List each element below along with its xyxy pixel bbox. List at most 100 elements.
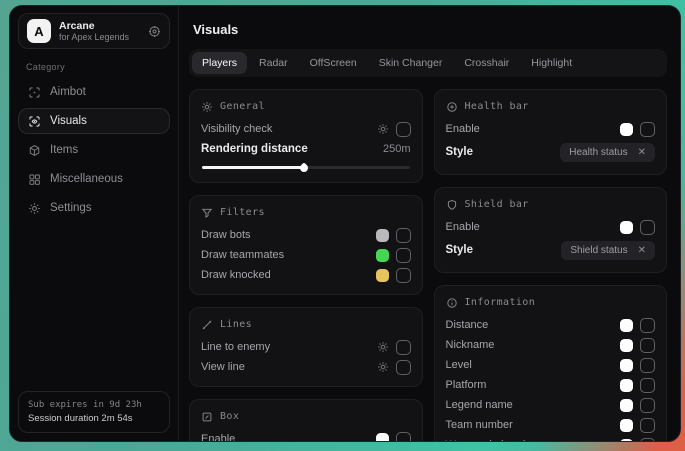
health-enable-checkbox[interactable] <box>640 122 655 137</box>
panel-box-header: Box <box>201 409 411 424</box>
rendering-distance-slider[interactable] <box>202 166 410 169</box>
info-nickname-checkbox[interactable] <box>640 338 655 353</box>
funnel-icon <box>201 207 213 219</box>
page-title: Visuals <box>193 22 667 37</box>
health-enable-row: Enable <box>446 119 656 139</box>
info-team-number-checkbox[interactable] <box>640 418 655 433</box>
visibility-check-checkbox[interactable] <box>396 122 411 137</box>
close-icon[interactable]: ✕ <box>638 147 646 158</box>
info-distance-color-swatch[interactable] <box>620 319 633 332</box>
close-icon[interactable]: ✕ <box>638 245 646 256</box>
panel-title: Lines <box>220 319 252 330</box>
box-frame-icon <box>201 411 213 423</box>
shield-color-swatch[interactable] <box>620 221 633 234</box>
info-platform-color-swatch[interactable] <box>620 379 633 392</box>
info-team-number-color-swatch[interactable] <box>620 419 633 432</box>
box-enable-checkbox[interactable] <box>396 432 411 443</box>
app-meta: Arcane for Apex Legends <box>59 20 140 43</box>
tab-radar[interactable]: Radar <box>249 52 298 74</box>
draw-teammates-color-swatch[interactable] <box>376 249 389 262</box>
panel-columns: General Visibility check <box>189 89 667 442</box>
sidebar-item-settings[interactable]: Settings <box>18 195 170 221</box>
info-platform-checkbox[interactable] <box>640 378 655 393</box>
visibility-check-row: Visibility check <box>201 119 411 139</box>
view-line-settings-icon[interactable] <box>377 361 389 373</box>
tab-highlight[interactable]: Highlight <box>521 52 582 74</box>
draw-knocked-color-swatch[interactable] <box>376 269 389 282</box>
box-enable-color-swatch[interactable] <box>376 433 389 443</box>
draw-teammates-checkbox[interactable] <box>396 248 411 263</box>
panel-box: Box Enable Enable background <box>189 399 423 442</box>
tab-skin-changer[interactable]: Skin Changer <box>369 52 453 74</box>
app-name: Arcane <box>59 20 140 32</box>
info-legend-name-color-swatch[interactable] <box>620 399 633 412</box>
health-style-label: Style <box>446 146 474 158</box>
draw-knocked-checkbox[interactable] <box>396 268 411 283</box>
tab-players[interactable]: Players <box>192 52 247 74</box>
health-style-select[interactable]: Health status ✕ <box>560 143 655 162</box>
info-team-number-row: Team number <box>446 415 656 435</box>
draw-bots-label: Draw bots <box>201 229 251 241</box>
shield-style-select[interactable]: Shield status ✕ <box>561 241 655 260</box>
panel-title: Shield bar <box>465 199 529 210</box>
info-weapon-color-swatch[interactable] <box>620 439 633 443</box>
info-nickname-label: Nickname <box>446 339 495 351</box>
sub-expiry: Sub expires in 9d 23h <box>28 399 160 412</box>
info-distance-row: Distance <box>446 315 656 335</box>
tab-crosshair[interactable]: Crosshair <box>454 52 519 74</box>
info-distance-label: Distance <box>446 319 489 331</box>
visibility-settings-icon[interactable] <box>377 123 389 135</box>
sidebar-item-visuals[interactable]: Visuals <box>18 108 170 134</box>
info-level-checkbox[interactable] <box>640 358 655 373</box>
draw-knocked-label: Draw knocked <box>201 269 271 281</box>
draw-bots-color-swatch[interactable] <box>376 229 389 242</box>
shield-style-value: Shield status <box>570 245 627 256</box>
rendering-distance-value: 250m <box>383 143 411 155</box>
sidebar-item-miscellaneous[interactable]: Miscellaneous <box>18 166 170 192</box>
info-nickname-color-swatch[interactable] <box>620 339 633 352</box>
panel-filters: Filters Draw bots Draw teammates <box>189 195 423 295</box>
sidebar-nav: Aimbot Visuals <box>18 79 170 221</box>
grid-icon <box>28 173 41 186</box>
sidebar: A Arcane for Apex Legends Category <box>10 6 179 441</box>
view-line-label: View line <box>201 361 245 373</box>
subscription-info: Sub expires in 9d 23h Session duration 2… <box>18 391 170 433</box>
panel-title: Health bar <box>465 101 529 112</box>
rendering-distance-row: Rendering distance 250m <box>201 139 411 159</box>
info-weapon-checkbox[interactable] <box>640 438 655 443</box>
info-team-number-label: Team number <box>446 419 513 431</box>
info-legend-name-checkbox[interactable] <box>640 398 655 413</box>
health-enable-label: Enable <box>446 123 480 135</box>
slider-handle[interactable] <box>298 162 309 173</box>
sidebar-item-label: Aimbot <box>50 86 86 98</box>
gear-icon <box>28 202 41 215</box>
visibility-check-label: Visibility check <box>201 123 272 135</box>
sidebar-item-label: Items <box>50 144 78 156</box>
health-color-swatch[interactable] <box>620 123 633 136</box>
info-legend-name-label: Legend name <box>446 399 513 411</box>
info-level-label: Level <box>446 359 472 371</box>
draw-bots-row: Draw bots <box>201 225 411 245</box>
draw-teammates-label: Draw teammates <box>201 249 284 261</box>
panel-filters-header: Filters <box>201 205 411 220</box>
sidebar-item-aimbot[interactable]: Aimbot <box>18 79 170 105</box>
view-line-checkbox[interactable] <box>396 360 411 375</box>
visuals-tabbar: Players Radar OffScreen Skin Changer Cro… <box>189 49 667 77</box>
info-distance-checkbox[interactable] <box>640 318 655 333</box>
health-style-value: Health status <box>569 147 627 158</box>
panel-information-header: Information <box>446 295 656 310</box>
line-to-enemy-checkbox[interactable] <box>396 340 411 355</box>
sidebar-item-label: Miscellaneous <box>50 173 123 185</box>
sidebar-item-items[interactable]: Items <box>18 137 170 163</box>
info-level-color-swatch[interactable] <box>620 359 633 372</box>
panel-shield-bar-header: Shield bar <box>446 197 656 212</box>
draw-bots-checkbox[interactable] <box>396 228 411 243</box>
target-icon[interactable] <box>148 25 161 38</box>
app-window: A Arcane for Apex Legends Category <box>9 5 681 442</box>
shield-enable-checkbox[interactable] <box>640 220 655 235</box>
info-icon <box>446 297 458 309</box>
panel-title: Box <box>220 411 239 422</box>
panel-general: General Visibility check <box>189 89 423 183</box>
line-to-enemy-settings-icon[interactable] <box>377 341 389 353</box>
tab-offscreen[interactable]: OffScreen <box>300 52 367 74</box>
